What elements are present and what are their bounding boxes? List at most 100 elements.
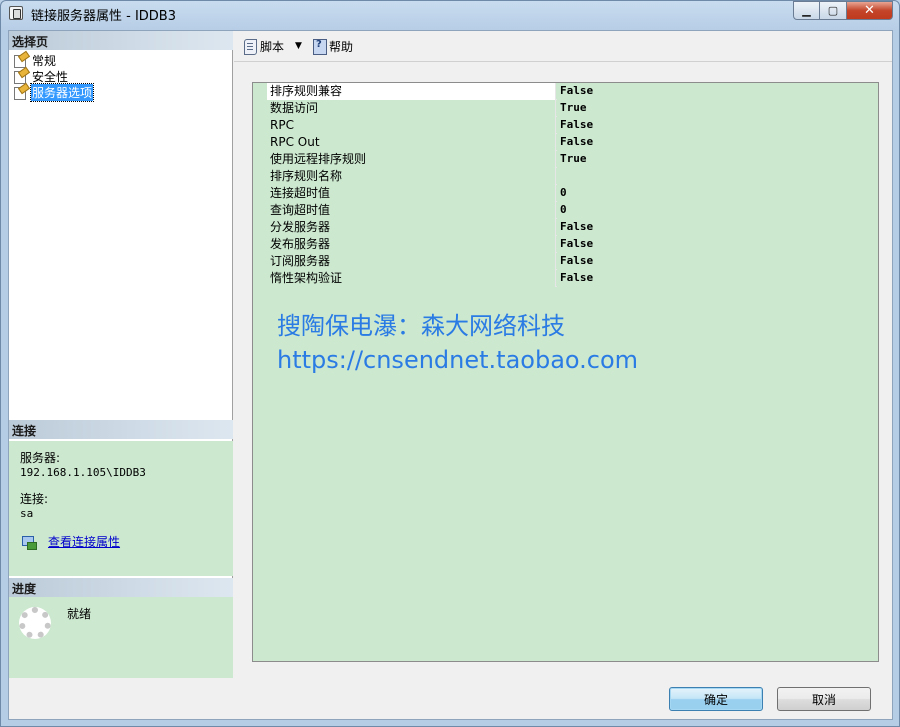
page-item-security[interactable]: 安全性 xyxy=(13,68,93,84)
close-icon: ✕ xyxy=(864,3,875,18)
row-gutter xyxy=(253,219,267,236)
login-label: 连接: xyxy=(20,492,49,506)
row-gutter xyxy=(253,270,267,287)
property-name: RPC xyxy=(267,117,556,134)
property-name: 发布服务器 xyxy=(267,236,556,253)
minimize-button[interactable]: ▁ xyxy=(793,1,820,20)
row-gutter xyxy=(253,100,267,117)
script-icon xyxy=(242,38,258,55)
server-properties-icon xyxy=(9,6,23,20)
property-row[interactable]: 惰性架构验证 False xyxy=(253,270,878,287)
property-row[interactable]: 排序规则名称 xyxy=(253,168,878,185)
property-name: 使用远程排序规则 xyxy=(267,151,556,168)
property-grid: 排序规则兼容 False 数据访问 True RPC False RPC Out… xyxy=(252,82,879,662)
property-value[interactable]: True xyxy=(557,151,878,168)
property-name: 惰性架构验证 xyxy=(267,270,556,287)
property-value[interactable]: 0 xyxy=(557,185,878,202)
property-name: 分发服务器 xyxy=(267,219,556,236)
page-list: 常规 安全性 服务器选项 xyxy=(13,52,95,102)
server-label: 服务器: xyxy=(20,451,61,465)
view-connection-properties-link[interactable]: 查看连接属性 xyxy=(48,533,120,550)
property-value[interactable]: False xyxy=(557,253,878,270)
property-value[interactable] xyxy=(557,168,878,185)
ok-button[interactable]: 确定 xyxy=(669,687,763,711)
property-page-icon xyxy=(13,53,29,68)
maximize-button[interactable]: ▢ xyxy=(820,1,847,20)
page-item-label: 常规 xyxy=(32,53,57,68)
property-value[interactable]: 0 xyxy=(557,202,878,219)
script-button[interactable]: 脚本 xyxy=(239,35,287,57)
row-gutter xyxy=(253,202,267,219)
view-connection-properties: 查看连接属性 xyxy=(20,533,120,550)
property-name: 数据访问 xyxy=(267,100,556,117)
minimize-icon: ▁ xyxy=(802,4,811,17)
window-title: 链接服务器属性 - IDDB3 xyxy=(31,9,176,24)
property-value[interactable]: False xyxy=(557,134,878,151)
login-info: 连接: sa xyxy=(20,490,48,520)
page-item-label: 安全性 xyxy=(32,69,69,84)
help-label: 帮助 xyxy=(328,39,353,54)
watermark-line-2: https://cnsendnet.taobao.com xyxy=(277,346,639,374)
row-gutter xyxy=(253,134,267,151)
property-page-icon xyxy=(13,85,29,100)
dialog-window: 链接服务器属性 - IDDB3 ▁ ▢ ✕ 选择页 常规 安全性 服务器选项 连… xyxy=(0,0,900,727)
row-gutter xyxy=(253,117,267,134)
property-value[interactable]: False xyxy=(557,117,878,134)
property-row[interactable]: 使用远程排序规则 True xyxy=(253,151,878,168)
left-pane: 选择页 常规 安全性 服务器选项 连接 服务器: 192.168.1.105\I… xyxy=(9,31,233,678)
property-value[interactable]: False xyxy=(557,270,878,287)
property-row[interactable]: 订阅服务器 False xyxy=(253,253,878,270)
title-bar[interactable]: 链接服务器属性 - IDDB3 ▁ ▢ ✕ xyxy=(1,1,899,27)
property-name: 排序规则名称 xyxy=(267,168,556,185)
progress-panel: 就绪 xyxy=(9,597,233,678)
property-row[interactable]: 查询超时值 0 xyxy=(253,202,878,219)
property-row[interactable]: 数据访问 True xyxy=(253,100,878,117)
progress-status: 就绪 xyxy=(67,607,92,621)
cancel-button[interactable]: 取消 xyxy=(777,687,871,711)
property-row[interactable]: RPC Out False xyxy=(253,134,878,151)
login-value: sa xyxy=(20,507,34,520)
maximize-icon: ▢ xyxy=(827,4,839,17)
page-item-server-options[interactable]: 服务器选项 xyxy=(13,82,95,102)
property-value[interactable]: False xyxy=(557,219,878,236)
property-grid-rows: 排序规则兼容 False 数据访问 True RPC False RPC Out… xyxy=(253,83,878,287)
connection-panel: 服务器: 192.168.1.105\IDDB3 连接: sa 查看连接属性 xyxy=(9,441,233,576)
property-row[interactable]: 分发服务器 False xyxy=(253,219,878,236)
close-button[interactable]: ✕ xyxy=(847,1,893,20)
server-value: 192.168.1.105\IDDB3 xyxy=(20,466,146,479)
script-label: 脚本 xyxy=(260,39,285,54)
server-info: 服务器: 192.168.1.105\IDDB3 xyxy=(20,449,146,479)
script-dropdown-arrow[interactable]: ▼ xyxy=(295,41,302,51)
page-item-general[interactable]: 常规 xyxy=(13,52,93,68)
progress-spinner-icon xyxy=(19,607,51,639)
progress-header: 进度 xyxy=(9,578,233,597)
row-gutter xyxy=(253,168,267,185)
dialog-client: 选择页 常规 安全性 服务器选项 连接 服务器: 192.168.1.105\I… xyxy=(8,30,893,720)
property-value[interactable]: False xyxy=(557,83,878,100)
property-name: 排序规则兼容 xyxy=(267,83,556,100)
select-page-header: 选择页 xyxy=(9,31,233,50)
help-icon xyxy=(311,38,327,55)
property-name: 查询超时值 xyxy=(267,202,556,219)
connection-properties-icon xyxy=(20,535,38,550)
watermark-line-1: 搜陶保电瀑：森大网络科技 xyxy=(277,312,565,340)
property-row[interactable]: 发布服务器 False xyxy=(253,236,878,253)
property-name: RPC Out xyxy=(267,134,556,151)
page-item-label: 服务器选项 xyxy=(29,82,95,102)
property-value[interactable]: True xyxy=(557,100,878,117)
row-gutter xyxy=(253,253,267,270)
property-row[interactable]: 排序规则兼容 False xyxy=(253,83,878,100)
row-gutter xyxy=(253,151,267,168)
row-gutter xyxy=(253,185,267,202)
property-name: 订阅服务器 xyxy=(267,253,556,270)
property-name: 连接超时值 xyxy=(267,185,556,202)
row-gutter xyxy=(253,236,267,253)
property-row[interactable]: RPC False xyxy=(253,117,878,134)
property-value[interactable]: False xyxy=(557,236,878,253)
help-button[interactable]: 帮助 xyxy=(308,35,356,57)
window-controls: ▁ ▢ ✕ xyxy=(793,1,893,20)
property-page-icon xyxy=(13,69,29,84)
watermark-text: 搜陶保电瀑：森大网络科技 https://cnsendnet.taobao.co… xyxy=(277,309,638,377)
connection-header: 连接 xyxy=(9,420,233,439)
property-row[interactable]: 连接超时值 0 xyxy=(253,185,878,202)
